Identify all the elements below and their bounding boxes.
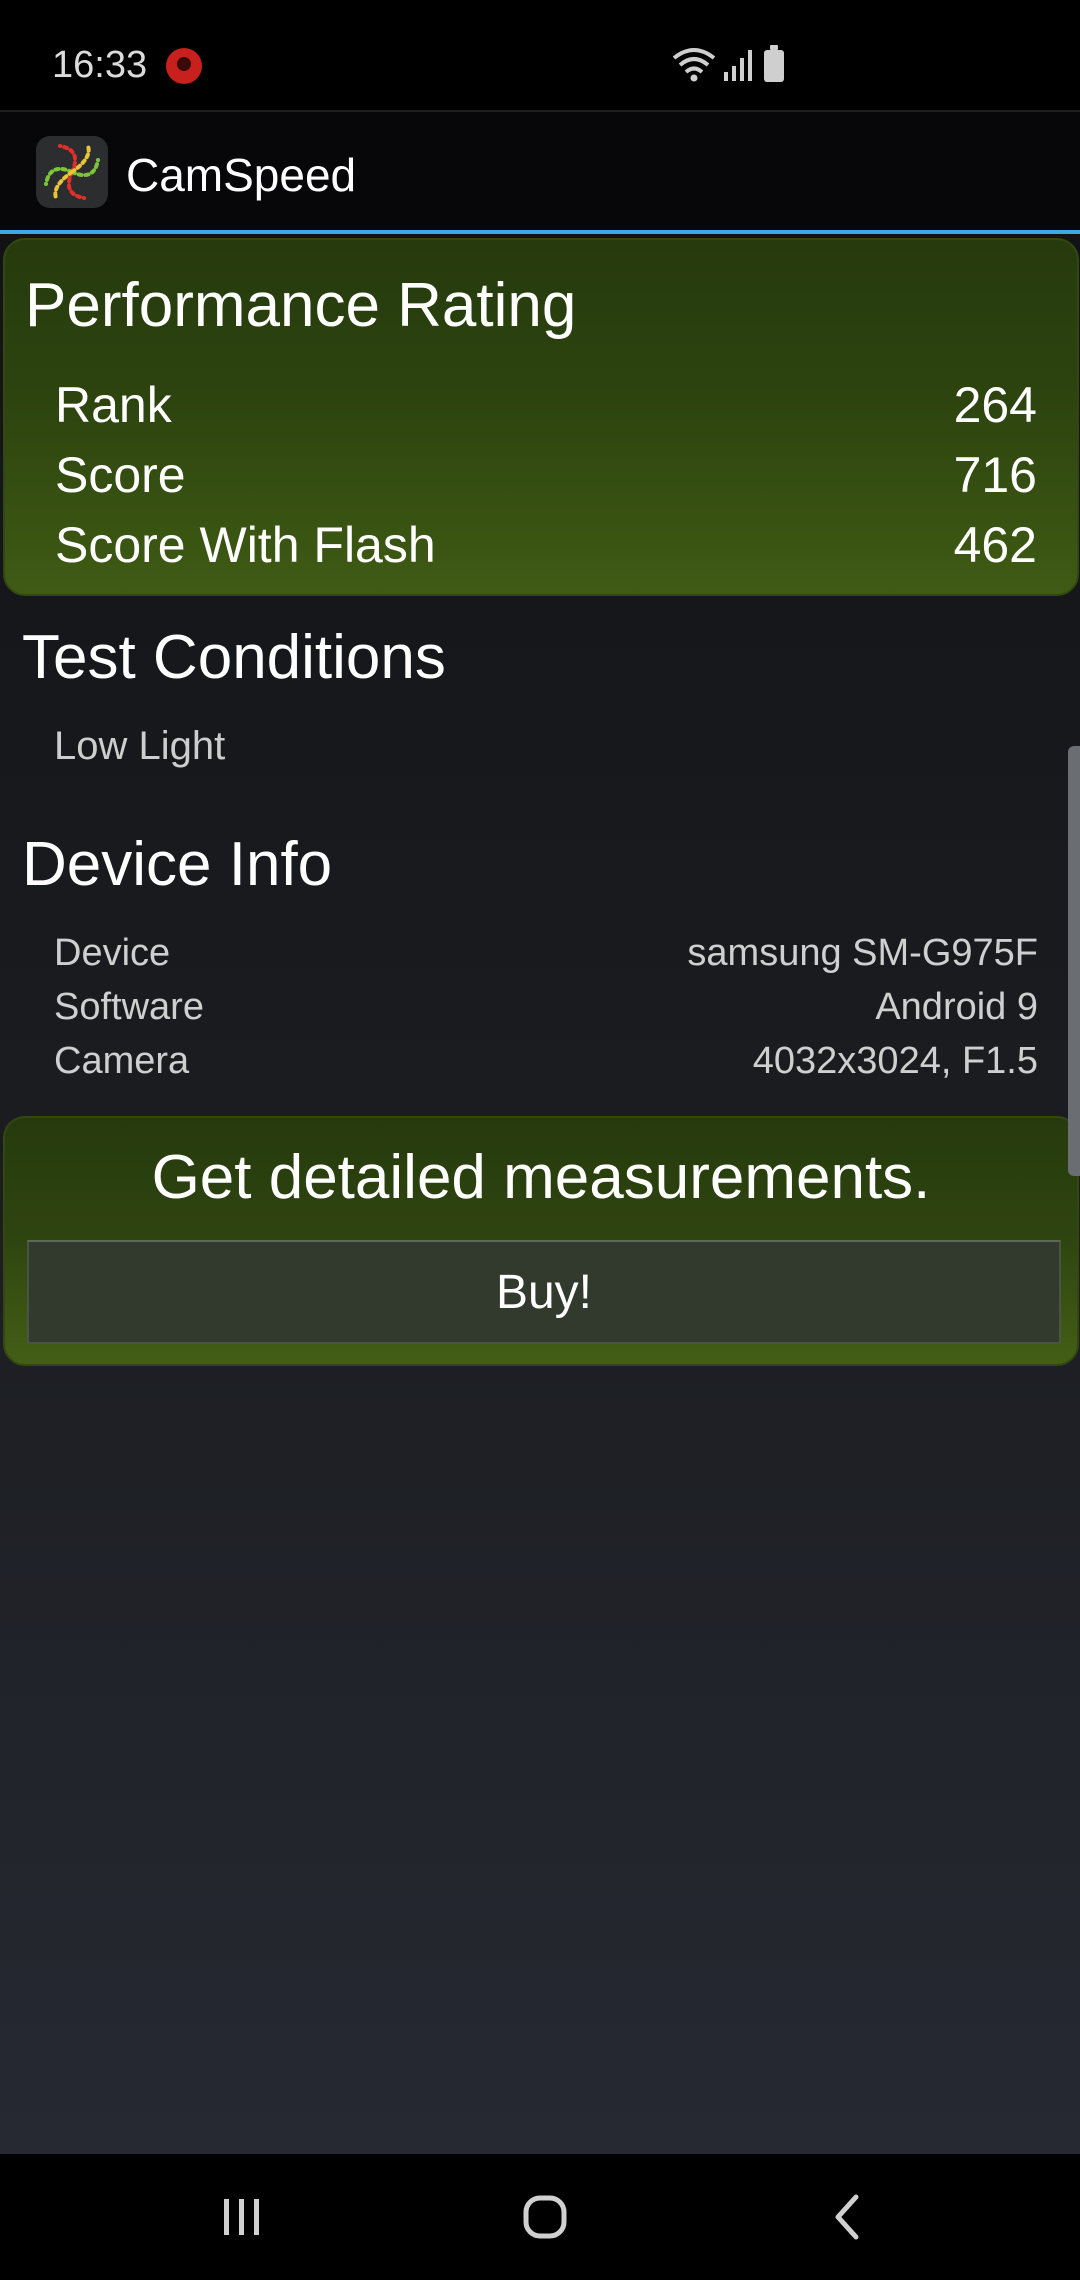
test-conditions-value: Low Light	[54, 724, 226, 768]
software-row: Software Android 9	[54, 986, 1038, 1034]
device-info-heading: Device Info	[22, 830, 333, 899]
battery-icon	[764, 45, 784, 82]
status-bar: 16:33	[0, 0, 1080, 112]
software-label: Software	[54, 986, 204, 1028]
camera-label: Camera	[54, 1040, 190, 1082]
home-button[interactable]	[445, 2154, 645, 2280]
app-bar: CamSpeed	[0, 112, 1080, 234]
test-conditions-heading: Test Conditions	[22, 623, 446, 692]
rank-value: 264	[953, 377, 1037, 433]
score-with-flash-label: Score With Flash	[55, 517, 436, 573]
home-icon	[523, 2195, 567, 2239]
signal-icon	[724, 50, 752, 81]
buy-button[interactable]: Buy!	[27, 1240, 1061, 1344]
back-icon	[835, 2194, 859, 2240]
status-time: 16:33	[52, 44, 148, 86]
rank-label: Rank	[55, 377, 172, 433]
app-title: CamSpeed	[126, 149, 357, 201]
camera-value: 4032x3024, F1.5	[752, 1040, 1038, 1082]
promo-card: Get detailed measurements. Buy!	[3, 1116, 1079, 1366]
back-button[interactable]	[748, 2154, 948, 2280]
app-logo-icon	[36, 136, 108, 208]
navigation-bar	[0, 2154, 1080, 2280]
recents-icon	[224, 2199, 259, 2235]
recents-button[interactable]	[142, 2154, 342, 2280]
camera-row: Camera 4032x3024, F1.5	[54, 1040, 1038, 1088]
device-value: samsung SM-G975F	[687, 932, 1038, 974]
wifi-icon	[672, 48, 716, 82]
score-with-flash-value: 462	[953, 517, 1037, 573]
main-content[interactable]: Performance Rating Rank 264 Score 716 Sc…	[0, 234, 1080, 2154]
software-value: Android 9	[875, 986, 1038, 1028]
score-value: 716	[953, 447, 1037, 503]
notification-icon	[166, 48, 202, 84]
score-row: Score 716	[55, 446, 1037, 510]
score-label: Score	[55, 447, 186, 503]
promo-heading: Get detailed measurements.	[151, 1143, 931, 1212]
scrollbar[interactable]	[1068, 746, 1080, 1176]
rank-row: Rank 264	[55, 376, 1037, 440]
device-row: Device samsung SM-G975F	[54, 932, 1038, 980]
score-with-flash-row: Score With Flash 462	[55, 516, 1037, 580]
device-label: Device	[54, 932, 171, 974]
performance-rating-card: Performance Rating Rank 264 Score 716 Sc…	[3, 238, 1079, 596]
performance-rating-heading: Performance Rating	[25, 271, 577, 340]
